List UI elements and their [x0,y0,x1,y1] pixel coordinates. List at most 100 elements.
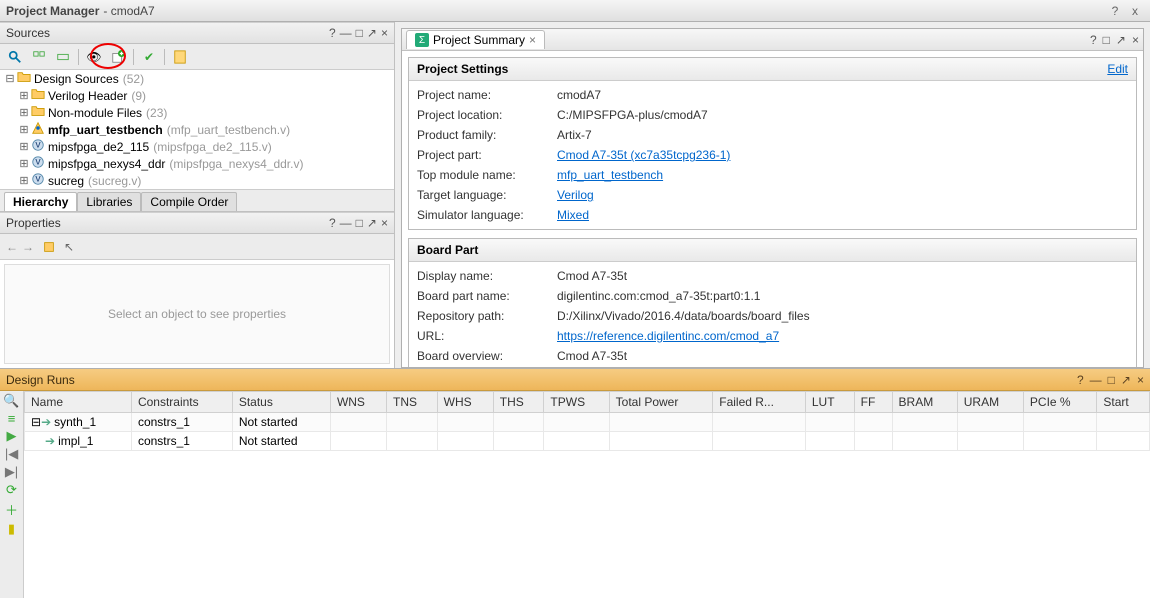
svg-text:v: v [35,156,41,168]
arrow-icon: ➔ [45,434,55,448]
next-icon[interactable]: ▶| [5,464,18,480]
tree-item[interactable]: ⊞vsucreg(sucreg.v) [0,172,394,189]
restore-icon[interactable]: □ [356,216,363,230]
column-header[interactable]: Failed R... [713,392,806,413]
sources-tree[interactable]: ⊟Design Sources(52)⊞Verilog Header(9)⊞No… [0,70,394,189]
close-panel-icon[interactable]: × [1132,33,1139,47]
restore-icon[interactable]: □ [1108,373,1115,387]
column-header[interactable]: LUT [805,392,854,413]
design-runs-table[interactable]: NameConstraintsStatusWNSTNSWHSTHSTPWSTot… [24,391,1150,451]
add-sources-icon[interactable] [107,46,129,68]
sources-title: Sources [6,26,50,40]
column-header[interactable]: Constraints [131,392,232,413]
minimize-icon[interactable]: — [340,216,352,230]
maximize-icon[interactable]: ↗ [367,216,377,230]
field-label: Product family: [417,128,557,142]
close-tab-icon[interactable]: × [529,33,536,47]
summary-help-icon[interactable]: ? [1090,33,1097,47]
tree-item[interactable]: ⊞mfp_uart_testbench(mfp_uart_testbench.v… [0,121,394,138]
column-header[interactable]: Start [1097,392,1150,413]
run-icon[interactable]: ▶ [7,428,17,444]
expander-icon[interactable]: ⊟ [4,72,16,85]
close-panel-icon[interactable]: × [1137,373,1144,387]
field-value[interactable]: https://reference.digilentinc.com/cmod_a… [557,329,779,343]
expander-icon[interactable]: ⊞ [18,89,30,102]
tab-compile-order[interactable]: Compile Order [141,192,237,211]
menu-icon[interactable]: ▮ [8,521,15,537]
cursor-icon[interactable]: ↖ [64,240,74,254]
properties-title: Properties [6,216,61,230]
tree-item[interactable]: ⊞Verilog Header(9) [0,87,394,104]
maximize-icon[interactable]: ↗ [1121,373,1131,387]
minimize-icon[interactable]: — [1090,373,1102,387]
report-icon[interactable] [169,46,191,68]
add-run-icon[interactable]: ＋ [5,500,18,519]
window-title: Project Manager [6,4,99,18]
tab-libraries[interactable]: Libraries [77,192,141,211]
node-icon [16,70,32,87]
field-label: Repository path: [417,309,557,323]
props-help-icon[interactable]: ? [329,216,336,230]
column-header[interactable]: URAM [957,392,1023,413]
node-icon [30,121,46,138]
show-icon[interactable]: 👁 [83,46,105,68]
back-icon[interactable]: ← [6,240,18,254]
minimize-icon[interactable]: — [340,26,352,40]
field-value: Artix-7 [557,128,592,142]
runs-help-icon[interactable]: ? [1077,373,1084,387]
tree-item[interactable]: ⊞Non-module Files(23) [0,104,394,121]
table-row[interactable]: ➔impl_1constrs_1Not started [25,432,1150,451]
field-value[interactable]: Verilog [557,188,594,202]
checkmark-icon[interactable]: ✔ [138,46,160,68]
tree-item[interactable]: ⊞vmipsfpga_de2_115(mipsfpga_de2_115.v) [0,138,394,155]
tree-item[interactable]: ⊟Design Sources(52) [0,70,394,87]
restore-icon[interactable]: □ [1103,33,1110,47]
expander-icon[interactable]: ⊞ [18,140,30,153]
column-header[interactable]: Total Power [609,392,713,413]
collapse-icon[interactable] [52,46,74,68]
svg-text:v: v [35,139,41,151]
expander-icon[interactable]: ⊞ [18,123,30,136]
maximize-icon[interactable]: ↗ [367,26,377,40]
filter-icon[interactable]: ≡ [8,411,16,426]
column-header[interactable]: WNS [330,392,386,413]
board-heading: Board Part [417,243,478,257]
prev-icon[interactable]: |◀ [5,446,18,462]
column-header[interactable]: TNS [387,392,438,413]
column-header[interactable]: THS [493,392,544,413]
field-label: Board overview: [417,349,557,363]
close-panel-icon[interactable]: × [381,26,388,40]
close-icon[interactable]: x [1126,4,1144,18]
column-header[interactable]: BRAM [892,392,957,413]
tab-project-summary[interactable]: Σ Project Summary × [406,30,545,49]
column-header[interactable]: Name [25,392,132,413]
field-value[interactable]: Mixed [557,208,589,222]
column-header[interactable]: Status [232,392,330,413]
maximize-icon[interactable]: ↗ [1116,33,1126,47]
refresh-icon[interactable]: ⟳ [6,482,17,498]
search-icon[interactable] [4,46,26,68]
restore-icon[interactable]: □ [356,26,363,40]
props-chip-icon[interactable] [38,236,60,258]
sources-help-icon[interactable]: ? [329,26,336,40]
field-value[interactable]: mfp_uart_testbench [557,168,663,182]
tree-item[interactable]: ⊞vmipsfpga_nexys4_ddr(mipsfpga_nexys4_dd… [0,155,394,172]
svg-text:v: v [35,173,41,185]
column-header[interactable]: FF [854,392,892,413]
column-header[interactable]: PCIe % [1023,392,1096,413]
tab-hierarchy[interactable]: Hierarchy [4,192,77,211]
table-row[interactable]: ⊟➔synth_1constrs_1Not started [25,413,1150,432]
column-header[interactable]: WHS [437,392,493,413]
search-icon[interactable]: 🔍 [3,393,19,409]
forward-icon[interactable]: → [22,240,34,254]
expander-icon[interactable]: ⊞ [18,106,30,119]
expander-icon[interactable]: ⊞ [18,174,30,187]
field-value[interactable]: Cmod A7-35t (xc7a35tcpg236-1) [557,148,730,162]
expander-icon[interactable]: ⊞ [18,157,30,170]
help-icon[interactable]: ? [1106,4,1124,18]
field-label: Display name: [417,269,557,283]
close-panel-icon[interactable]: × [381,216,388,230]
edit-settings-link[interactable]: Edit [1107,62,1128,76]
column-header[interactable]: TPWS [544,392,609,413]
expand-icon[interactable] [28,46,50,68]
